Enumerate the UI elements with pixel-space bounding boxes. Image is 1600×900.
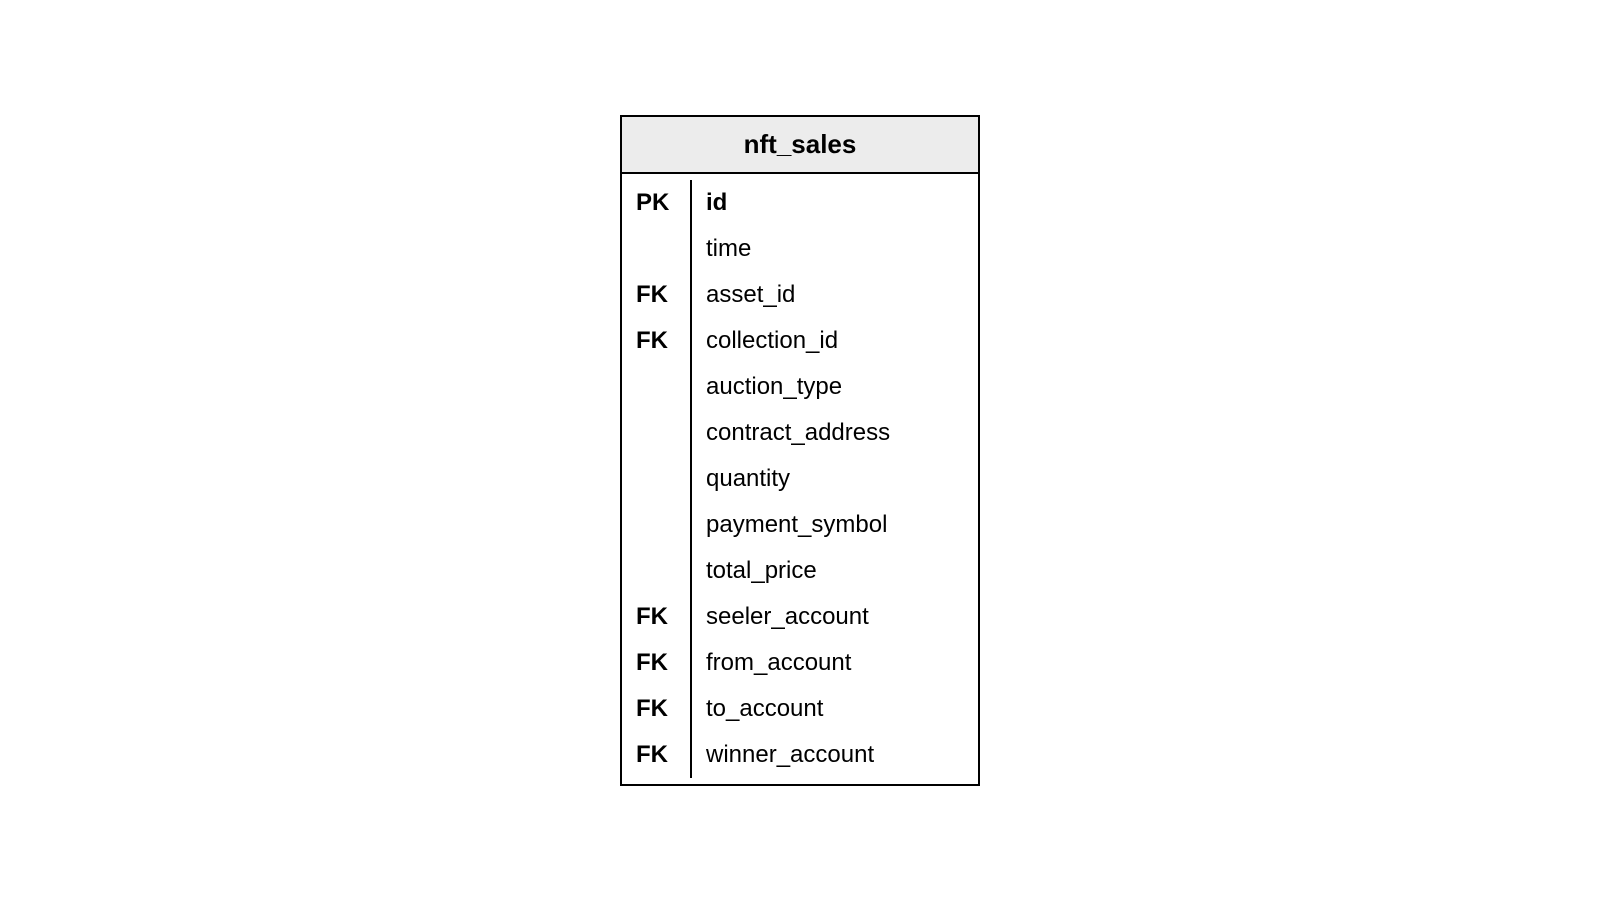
column-name: total_price xyxy=(692,548,978,594)
entity-table-title: nft_sales xyxy=(622,117,978,174)
column-name: to_account xyxy=(692,686,978,732)
key-cell: FK xyxy=(622,318,690,364)
key-cell: FK xyxy=(622,732,690,778)
key-cell xyxy=(622,226,690,272)
key-cell: FK xyxy=(622,686,690,732)
column-name: winner_account xyxy=(692,732,978,778)
key-cell xyxy=(622,502,690,548)
key-column: PK FK FK FK FK FK FK xyxy=(622,180,692,778)
column-name: collection_id xyxy=(692,318,978,364)
column-name: quantity xyxy=(692,456,978,502)
key-cell xyxy=(622,364,690,410)
column-name: id xyxy=(692,180,978,226)
column-name: auction_type xyxy=(692,364,978,410)
column-name: time xyxy=(692,226,978,272)
key-cell: FK xyxy=(622,272,690,318)
key-cell: FK xyxy=(622,640,690,686)
key-cell xyxy=(622,456,690,502)
entity-table-body: PK FK FK FK FK FK FK id time asset_id co… xyxy=(622,174,978,784)
column-name: seeler_account xyxy=(692,594,978,640)
column-name: contract_address xyxy=(692,410,978,456)
key-cell: PK xyxy=(622,180,690,226)
entity-table: nft_sales PK FK FK FK FK FK FK id time a… xyxy=(620,115,980,786)
column-name: from_account xyxy=(692,640,978,686)
column-name: payment_symbol xyxy=(692,502,978,548)
key-cell xyxy=(622,410,690,456)
name-column: id time asset_id collection_id auction_t… xyxy=(692,180,978,778)
key-cell xyxy=(622,548,690,594)
column-name: asset_id xyxy=(692,272,978,318)
key-cell: FK xyxy=(622,594,690,640)
